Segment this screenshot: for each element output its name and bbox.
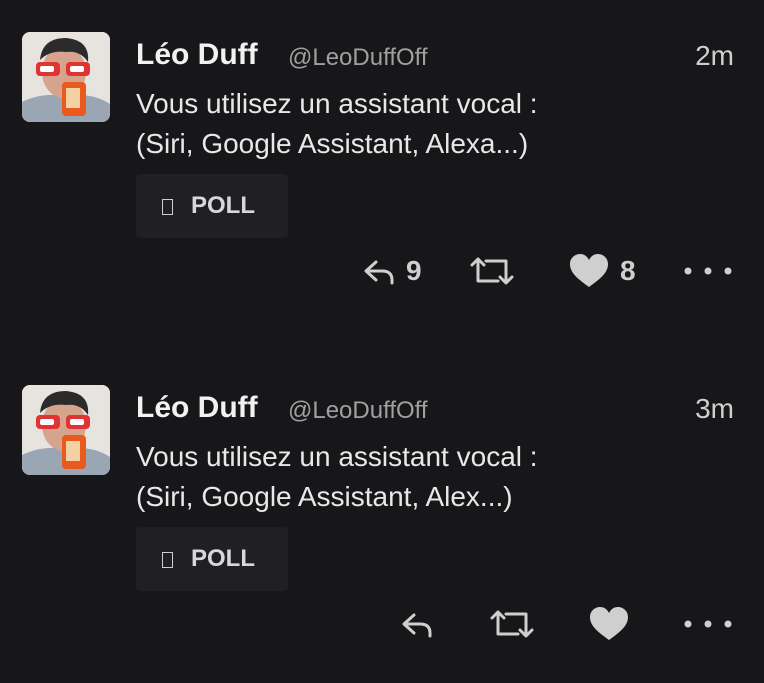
like-button[interactable]: 8 [568,246,636,296]
reply-icon [402,613,432,638]
tweet-text: Vous utilisez un assistant vocal : (Siri… [136,437,696,517]
heart-icon [570,254,608,287]
tweet-actions: 9 8 [0,246,764,296]
avatar[interactable] [22,385,110,475]
tweet-text: Vous utilisez un assistant vocal : (Siri… [136,84,696,164]
like-button[interactable] [588,599,640,649]
retweet-icon [490,610,534,638]
more-button[interactable] [682,246,734,296]
timestamp[interactable]: 2m [695,40,734,72]
heart-icon [590,607,628,640]
author-handle[interactable]: @LeoDuffOff [288,397,428,425]
timestamp[interactable]: 3m [695,393,734,425]
retweet-button[interactable] [466,246,528,296]
author-name[interactable]: Léo Duff [136,391,258,425]
more-icon [684,267,732,275]
reply-button[interactable] [400,599,444,649]
tweet[interactable]: Léo Duff @LeoDuffOff 2m Vous utilisez un… [0,0,764,330]
more-button[interactable] [682,599,734,649]
poll-card[interactable]: POLL [136,527,288,591]
poll-icon [162,199,173,215]
author-name[interactable]: Léo Duff [136,38,258,72]
retweet-icon [470,257,514,285]
reply-button[interactable]: 9 [362,246,422,296]
poll-icon [162,552,173,568]
tweet-text-line: Vous utilisez un assistant vocal : [136,88,538,119]
tweet-text-line: (Siri, Google Assistant, Alexa...) [136,128,529,159]
tweet-text-line: (Siri, Google Assistant, Alex...) [136,481,513,512]
retweet-button[interactable] [486,599,548,649]
tweet-text-line: Vous utilisez un assistant vocal : [136,441,538,472]
tweet[interactable]: Léo Duff @LeoDuffOff 3m Vous utilisez un… [0,353,764,683]
poll-card[interactable]: POLL [136,174,288,238]
reply-icon [364,260,394,285]
tweet-actions [0,599,764,649]
reply-count: 9 [406,255,422,286]
avatar[interactable] [22,32,110,122]
poll-label: POLL [191,192,255,219]
more-icon [684,620,732,628]
like-count: 8 [620,255,636,286]
poll-label: POLL [191,545,255,572]
author-handle[interactable]: @LeoDuffOff [288,44,428,72]
